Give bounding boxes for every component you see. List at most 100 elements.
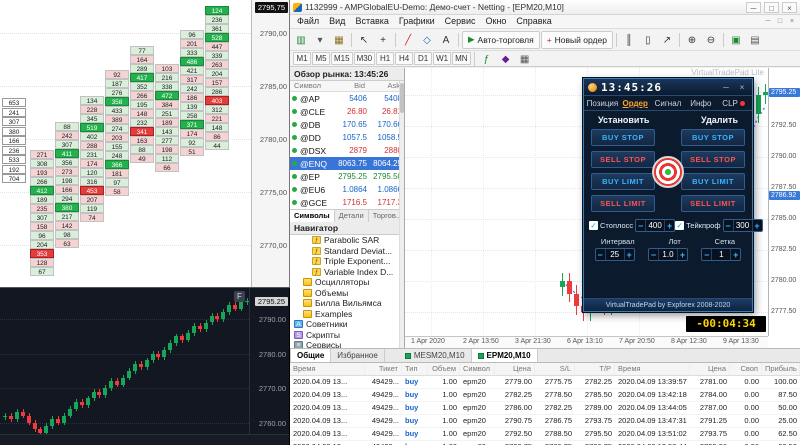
history-column-Цена[interactable]: Цена [690, 363, 730, 375]
crosshair-icon[interactable]: + [374, 31, 392, 49]
navigator-scrollbar[interactable] [399, 81, 404, 348]
stoploss-checkbox[interactable]: ✓ [589, 221, 598, 230]
market-watch-row[interactable]: @EU61.08641.0866 [290, 183, 404, 196]
indicator-f-icon[interactable]: F [234, 291, 245, 302]
history-column-Прибыль[interactable]: Прибыль [762, 363, 800, 375]
takeprofit-checkbox[interactable]: ✓ [675, 221, 684, 230]
market-watch-row[interactable]: @CLE26.8026.81 [290, 105, 404, 118]
market-watch-row[interactable]: @GCE1716.51717.3 [290, 196, 404, 209]
market-watch-row[interactable]: @DSX28792880 [290, 144, 404, 157]
navigator-item[interactable]: Осцилляторы [290, 277, 404, 288]
new-order-button[interactable]: +Новый ордер [541, 31, 613, 49]
history-column-Символ[interactable]: Символ [460, 363, 495, 375]
tab-details[interactable]: Детали [335, 210, 369, 222]
lot-plus-button[interactable]: + [678, 250, 687, 260]
chart-tab-mesm20[interactable]: MESM20,M10 [399, 349, 472, 362]
set-sell-limit-button[interactable]: SELL LIMIT [591, 195, 655, 212]
history-row[interactable]: 2020.04.09 13...49429...buy1.00epm202782… [290, 389, 800, 402]
shapes-icon[interactable]: ◇ [418, 31, 436, 49]
close-button[interactable]: × [782, 2, 797, 13]
grid-plus-button[interactable]: + [731, 250, 740, 260]
takeprofit-value[interactable]: 300 [733, 220, 753, 231]
history-row[interactable]: 2020.04.09 13...49429...buy1.00epm202792… [290, 428, 800, 441]
navigator-item[interactable]: Объемы [290, 288, 404, 299]
stoploss-minus-button[interactable]: − [636, 221, 645, 231]
menu-Графики[interactable]: Графики [394, 15, 440, 28]
tile-windows-icon[interactable]: ▣ [727, 31, 745, 49]
grid-minus-button[interactable]: − [702, 250, 711, 260]
menu-Вид[interactable]: Вид [324, 15, 350, 28]
child-restore-button[interactable]: □ [774, 18, 786, 25]
zoom-out-icon[interactable]: ⊖ [702, 31, 720, 49]
history-column-Тип[interactable]: Тип [402, 363, 428, 375]
child-minimize-button[interactable]: ─ [762, 18, 774, 25]
pad-tab-order[interactable]: Ордер [619, 99, 652, 108]
cursor-icon[interactable]: ↖ [355, 31, 373, 49]
trendline-icon[interactable]: ╱ [399, 31, 417, 49]
market-watch-row[interactable]: @EP2795.252795.50 [290, 170, 404, 183]
history-column-T/P[interactable]: T/P [575, 363, 615, 375]
grid-icon[interactable]: ▦ [516, 50, 534, 68]
history-column-Цена[interactable]: Цена [495, 363, 535, 375]
timeframe-W1[interactable]: W1 [433, 52, 451, 65]
chart-list-dropdown-icon[interactable]: ▾ [311, 31, 329, 49]
objects-icon[interactable]: ◆ [497, 50, 515, 68]
menu-Окно[interactable]: Окно [481, 15, 512, 28]
pad-tab-position[interactable]: Позиция [586, 99, 619, 108]
history-column-S/L[interactable]: S/L [535, 363, 575, 375]
mini-candle-chart-panel[interactable]: 2795.25 2790.002780.002770.002760.00 F [0, 288, 290, 445]
interval-minus-button[interactable]: − [596, 250, 605, 260]
maximize-button[interactable]: □ [764, 2, 779, 13]
navigator-item[interactable]: Билла Вильямса [290, 298, 404, 309]
footprint-chart-panel[interactable]: 2713081932664121892353071589620435312867… [0, 0, 290, 288]
stoploss-plus-button[interactable]: + [665, 221, 674, 231]
lot-minus-button[interactable]: − [649, 250, 658, 260]
column-bid[interactable]: Bid [330, 81, 365, 91]
lot-value[interactable]: 1.0 [658, 249, 678, 260]
zoom-in-icon[interactable]: ⊕ [683, 31, 701, 49]
timeframe-H1[interactable]: H1 [376, 52, 394, 65]
time-axis[interactable]: 1 Apr 20202 Apr 13:503 Apr 21:306 Apr 13… [405, 336, 768, 348]
navigator-tab-favorites[interactable]: Избранное [331, 349, 385, 362]
menu-Справка[interactable]: Справка [511, 15, 556, 28]
delete-buy-stop-button[interactable]: BUY STOP [681, 129, 745, 146]
pad-close-button[interactable]: × [736, 83, 748, 92]
bar-chart-icon[interactable]: ║ [620, 31, 638, 49]
trade-pad-titlebar[interactable]: 13:45:26 ─ × [584, 79, 752, 96]
timeframe-M1[interactable]: M1 [293, 52, 311, 65]
indicators-icon[interactable]: ƒ [478, 50, 496, 68]
timeframe-M5[interactable]: M5 [312, 52, 330, 65]
timeframe-M30[interactable]: M30 [354, 52, 376, 65]
auto-trading-button[interactable]: ▶Авто-торговля [462, 31, 540, 49]
candle-chart-icon[interactable]: ▯ [639, 31, 657, 49]
history-row[interactable]: 2020.04.09 13...49429...buy1.00epm202793… [290, 441, 800, 445]
market-watch-row[interactable]: @AP54065408 [290, 92, 404, 105]
interval-plus-button[interactable]: + [625, 250, 634, 260]
market-watch-row[interactable]: @DB170.65170.66 [290, 118, 404, 131]
navigator-item[interactable]: SСкрипты [290, 330, 404, 341]
timeframe-D1[interactable]: D1 [414, 52, 432, 65]
navigator-item[interactable]: AСоветники [290, 319, 404, 330]
timeframe-MN[interactable]: MN [452, 52, 470, 65]
navigator-item[interactable]: ƒParabolic SAR [290, 235, 404, 246]
history-row[interactable]: 2020.04.09 13...49429...buy1.00epm202779… [290, 376, 800, 389]
history-column-Тикет[interactable]: Тикет [365, 363, 402, 375]
history-header-row[interactable]: ВремяТикетТипОбъемСимволЦенаS/LT/PВремяЦ… [290, 363, 800, 376]
set-buy-stop-button[interactable]: BUY STOP [591, 129, 655, 146]
navigator-item[interactable]: ƒVariable Index D... [290, 267, 404, 278]
delete-buy-limit-button[interactable]: BUY LIMIT [681, 173, 745, 190]
pad-tab-clp[interactable]: CLP [717, 99, 750, 108]
grid-value[interactable]: 1 [711, 249, 731, 260]
text-label-icon[interactable]: A [437, 31, 455, 49]
menu-Сервис[interactable]: Сервис [440, 15, 481, 28]
price-axis[interactable]: 2795.002792.502790.002787.502785.002782.… [768, 68, 800, 336]
navigator-item[interactable]: ƒTriple Exponent... [290, 256, 404, 267]
line-chart-icon[interactable]: ↗ [658, 31, 676, 49]
history-row[interactable]: 2020.04.09 13...49429...buy1.00epm202786… [290, 402, 800, 415]
child-close-button[interactable]: × [786, 18, 798, 25]
navigator-item[interactable]: ƒStandard Deviat... [290, 246, 404, 257]
profiles-icon[interactable]: ▦ [330, 31, 348, 49]
column-ask[interactable]: Ask [365, 81, 400, 91]
history-column-Своп[interactable]: Своп [730, 363, 762, 375]
takeprofit-plus-button[interactable]: + [753, 221, 762, 231]
